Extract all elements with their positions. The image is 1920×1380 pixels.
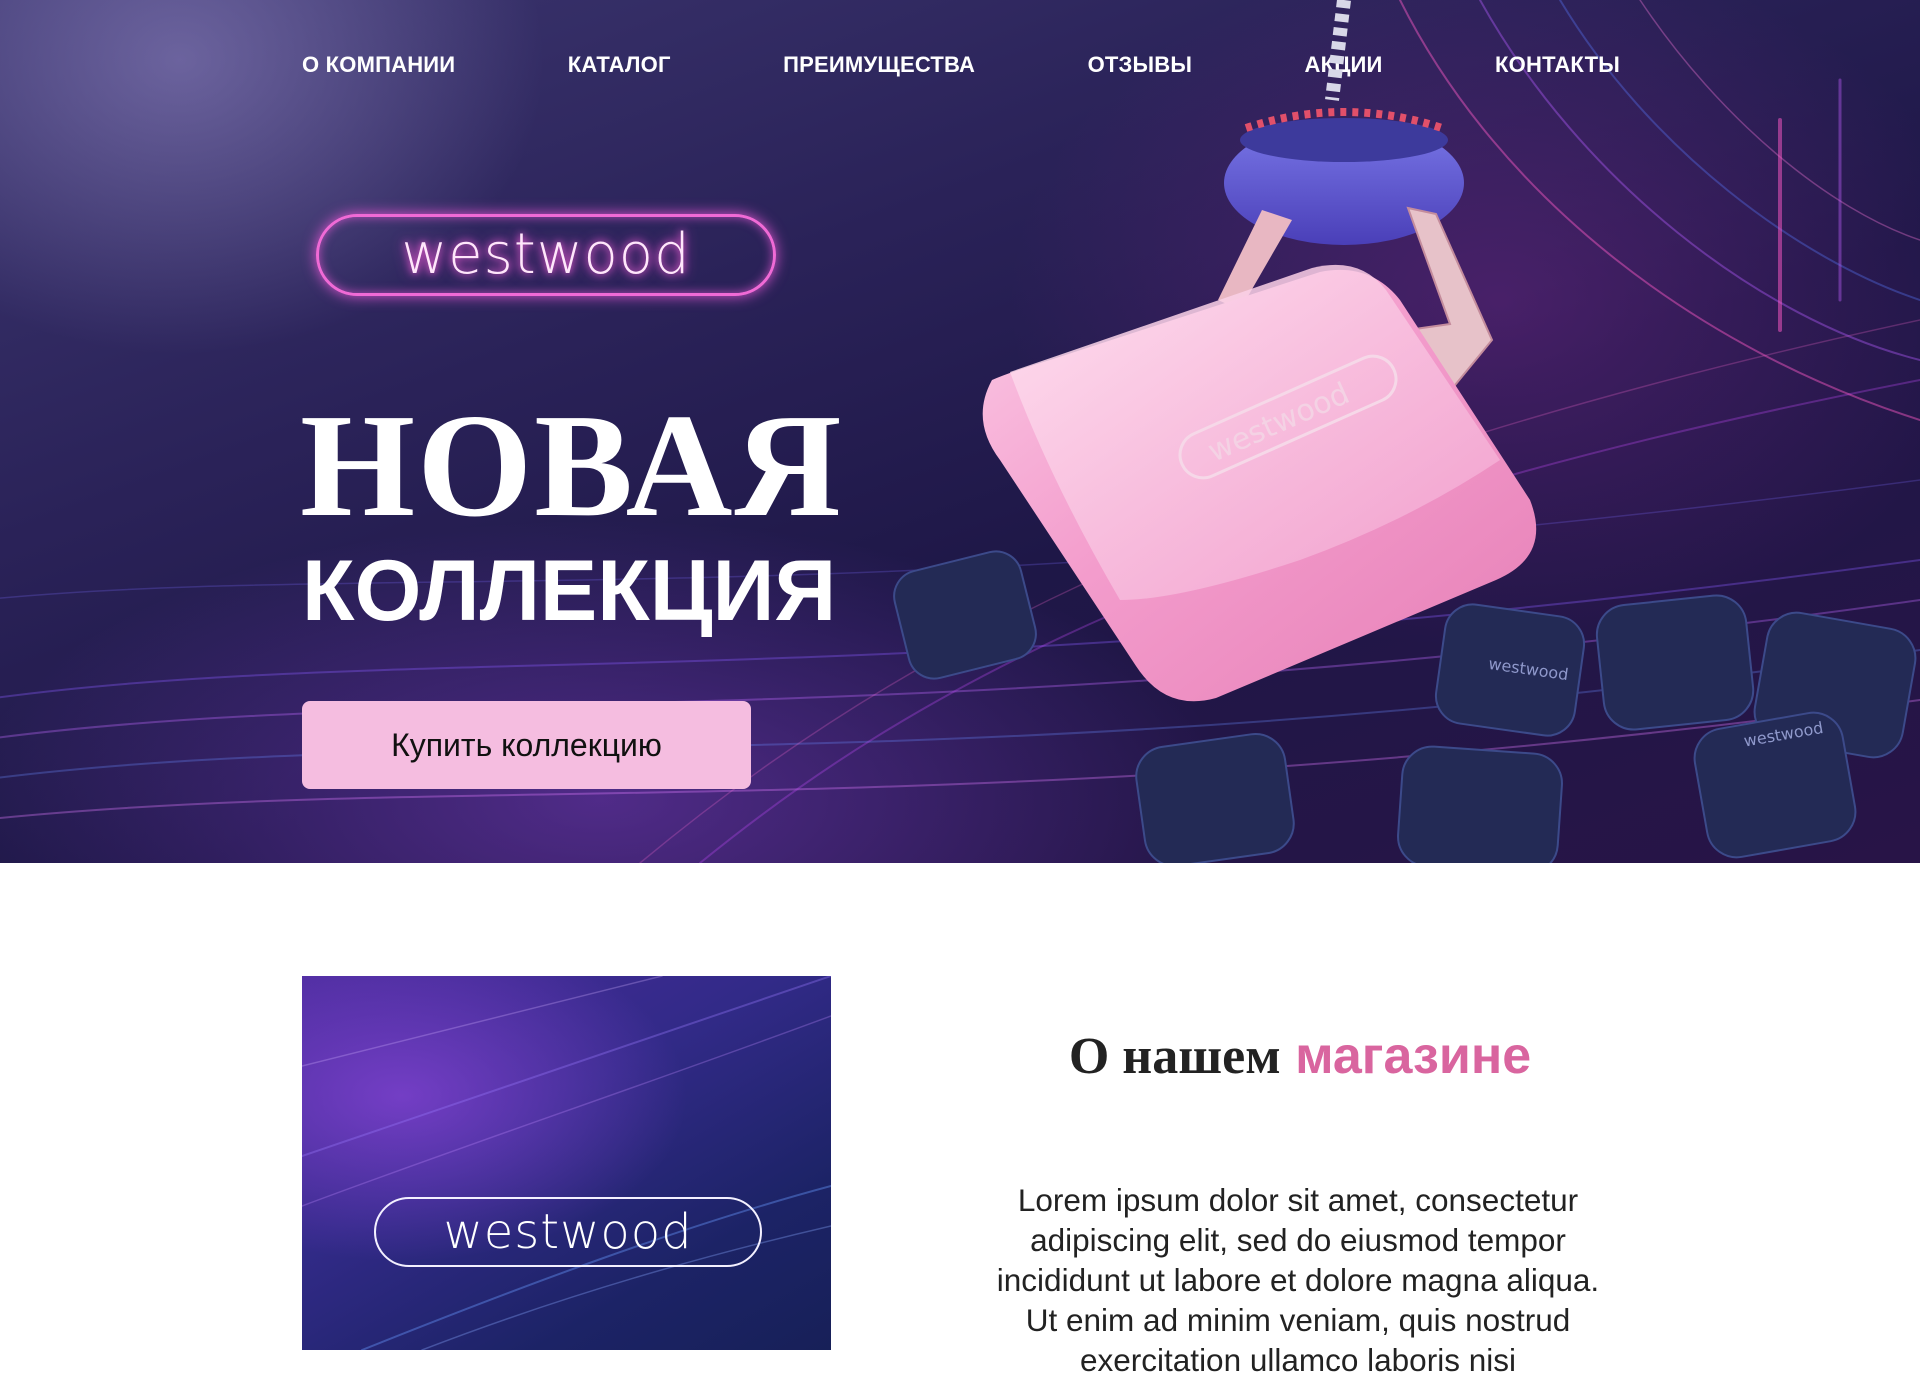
nav-item-about[interactable]: О КОМПАНИИ xyxy=(302,52,455,78)
hero-title: НОВАЯ xyxy=(300,384,844,548)
about-light-streaks xyxy=(302,976,831,1350)
about-description: Lorem ipsum dolor sit amet, consectetur … xyxy=(996,1182,1600,1378)
buy-collection-button[interactable]: Купить коллекцию xyxy=(302,701,751,789)
nav-item-catalog[interactable]: КАТАЛОГ xyxy=(568,52,671,78)
hero-banner: westwood westwood О КОМПАНИИ КАТАЛОГ ПРЕ… xyxy=(0,0,1920,863)
about-heading-part2: магазине xyxy=(1295,1027,1532,1085)
hero-logo-text: westwood xyxy=(401,222,691,287)
about-heading-part1: О нашем xyxy=(1068,1028,1281,1085)
hero-logo: westwood xyxy=(316,214,776,296)
about-image-logo-text: westwood xyxy=(443,1204,693,1260)
about-banner-image: westwood xyxy=(302,976,831,1350)
hero-product-illustration: westwood xyxy=(982,0,1537,702)
hero-subtitle: КОЛЛЕКЦИЯ xyxy=(302,543,837,639)
about-heading: О нашем магазине xyxy=(940,1030,1660,1083)
about-image-logo: westwood xyxy=(374,1197,762,1267)
